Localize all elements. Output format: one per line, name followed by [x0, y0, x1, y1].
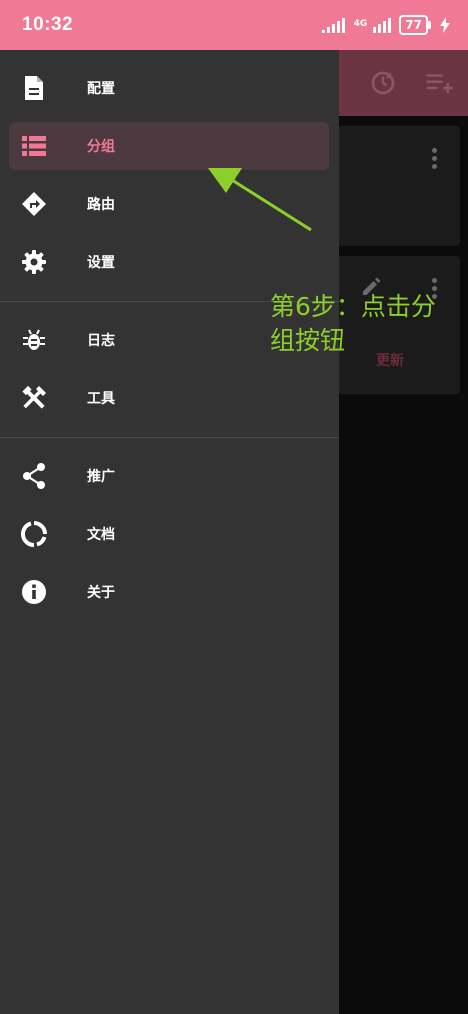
background-card: [330, 126, 460, 246]
refresh-icon[interactable]: [368, 68, 398, 98]
playlist-add-icon[interactable]: [424, 68, 454, 98]
document-icon: [21, 75, 47, 101]
nav-item-about[interactable]: 关于: [9, 568, 329, 616]
bug-icon: [21, 327, 47, 353]
nav-item-groups[interactable]: 分组: [9, 122, 329, 170]
signal-icon: [321, 18, 345, 33]
route-diamond-icon: [21, 191, 47, 217]
more-icon[interactable]: [432, 148, 438, 172]
status-icons: 4G 77: [321, 15, 450, 35]
battery-icon: 77: [399, 15, 431, 35]
network-type: 4G: [353, 19, 368, 29]
nav-item-route[interactable]: 路由: [9, 180, 329, 228]
nav-label-promote: 推广: [87, 469, 115, 485]
status-time: 10:32: [22, 14, 74, 35]
tutorial-annotation: 第6步：点击分组按钮: [270, 292, 436, 355]
signal-icon-2: [373, 18, 392, 33]
nav-label-about: 关于: [87, 585, 115, 601]
status-bar: 10:32 4G 77: [0, 0, 468, 50]
nav-label-route: 路由: [87, 197, 115, 213]
nav-label-config: 配置: [87, 81, 115, 97]
nav-label-docs: 文档: [87, 527, 115, 543]
nav-label-tools: 工具: [87, 391, 115, 407]
battery-level: 77: [405, 18, 422, 32]
gear-icon: [21, 249, 47, 275]
nav-item-tools[interactable]: 工具: [9, 374, 329, 422]
nav-item-docs[interactable]: 文档: [9, 510, 329, 558]
tools-icon: [21, 385, 47, 411]
nav-item-promote[interactable]: 推广: [9, 452, 329, 500]
nav-label-groups: 分组: [87, 139, 115, 155]
nav-label-logs: 日志: [87, 333, 115, 349]
list-icon: [21, 133, 47, 159]
nav-item-settings[interactable]: 设置: [9, 238, 329, 286]
navigation-drawer: 配置 分组 路由 设置 日志 工具 推广 文档 关于: [0, 50, 339, 1014]
donut-icon: [21, 521, 47, 547]
drawer-divider-2: [0, 437, 339, 438]
screen: 10:32 4G 77 更新 配置 分组 路由 设置 日志 工具 推广 文档 关…: [0, 0, 468, 1014]
charging-icon: [440, 17, 450, 33]
info-icon: [21, 579, 47, 605]
share-icon: [21, 463, 47, 489]
nav-item-config[interactable]: 配置: [9, 64, 329, 112]
nav-label-settings: 设置: [87, 255, 115, 271]
